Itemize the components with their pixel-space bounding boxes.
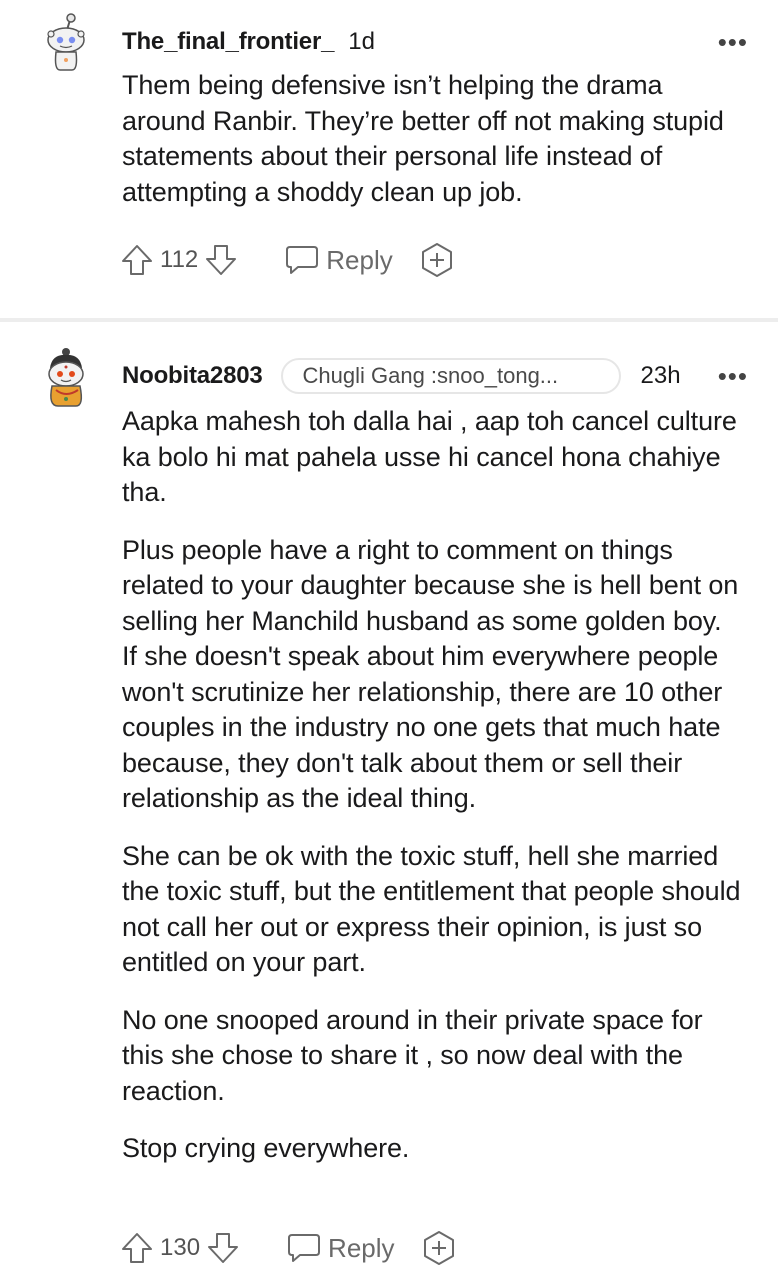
reply-label: Reply — [328, 1232, 395, 1263]
snoo-avatar-icon[interactable] — [40, 346, 92, 408]
reply-button[interactable]: Reply — [284, 243, 393, 277]
username[interactable]: The_final_frontier_ — [122, 28, 334, 56]
reply-icon — [286, 246, 319, 274]
more-options-icon[interactable]: ••• — [718, 363, 748, 389]
comment-header: Noobita2803 Chugli Gang :snoo_tong... 23… — [122, 358, 748, 394]
vote-score: 112 — [160, 246, 199, 273]
timestamp: 1d — [348, 28, 375, 55]
snoo-avatar-icon[interactable] — [40, 10, 92, 72]
downvote-icon[interactable] — [206, 1231, 240, 1265]
comment-body: Aapka mahesh toh dalla hai , aap toh can… — [122, 404, 742, 1189]
award-icon[interactable] — [421, 1230, 457, 1266]
user-flair: Chugli Gang :snoo_tong... — [280, 358, 621, 394]
vote-score: 130 — [160, 1234, 201, 1261]
comment-paragraph: She can be ok with the toxic stuff, hell… — [122, 840, 741, 978]
comment-paragraph: No one snooped around in their private s… — [122, 1004, 703, 1106]
comment-body: Them being defensive isn’t helping the d… — [122, 68, 742, 232]
upvote-icon[interactable] — [120, 243, 154, 277]
comment-actions: 112 Reply — [120, 238, 455, 282]
comment-paragraph: Aapka mahesh toh dalla hai , aap toh can… — [122, 406, 737, 507]
comment-paragraph: Plus people have a right to comment on t… — [122, 534, 739, 814]
comment-header: The_final_frontier_ 1d ••• — [122, 24, 748, 60]
downvote-icon[interactable] — [204, 243, 238, 277]
comment: Noobita2803 Chugli Gang :snoo_tong... 23… — [0, 322, 778, 1280]
comment: The_final_frontier_ 1d ••• Them being de… — [0, 0, 778, 318]
reply-icon — [288, 1234, 321, 1262]
comment-paragraph: Stop crying everywhere. — [122, 1133, 410, 1163]
award-icon[interactable] — [419, 242, 455, 278]
username[interactable]: Noobita2803 — [122, 362, 263, 390]
timestamp: 23h — [640, 362, 681, 389]
comment-actions: 130 Reply — [120, 1226, 457, 1270]
upvote-icon[interactable] — [120, 1231, 154, 1265]
reply-label: Reply — [326, 244, 393, 275]
comment-paragraph: Them being defensive isn’t helping the d… — [122, 70, 724, 207]
more-options-icon[interactable]: ••• — [718, 29, 748, 55]
reply-button[interactable]: Reply — [286, 1231, 395, 1265]
